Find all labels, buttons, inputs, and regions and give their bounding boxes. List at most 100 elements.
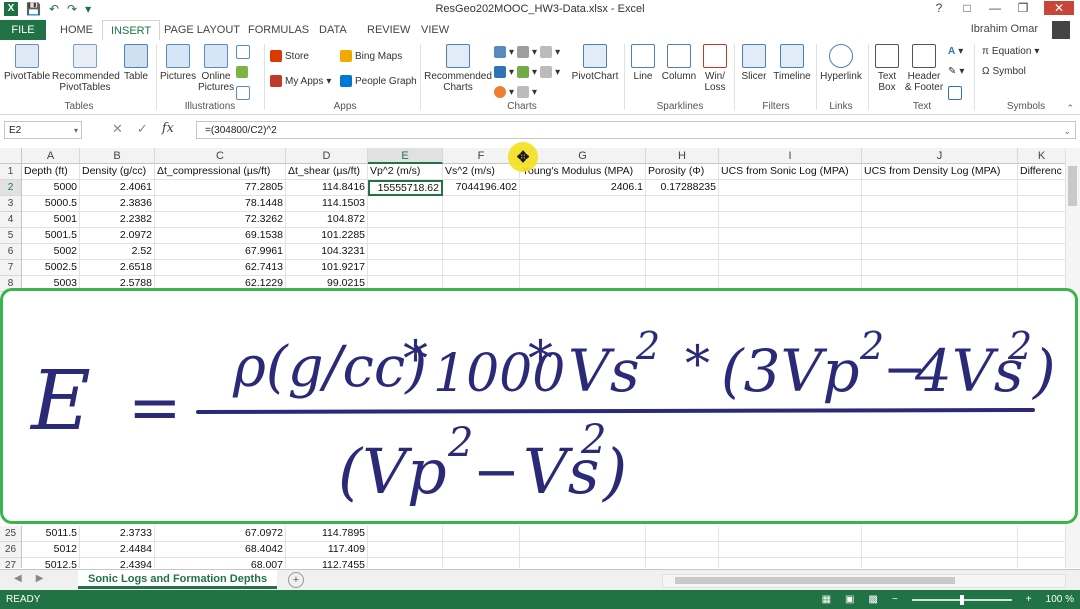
table-cell[interactable] xyxy=(719,558,862,568)
column-header-g[interactable]: G xyxy=(520,148,646,164)
table-cell[interactable]: 5002 xyxy=(22,244,80,260)
table-cell[interactable]: 69.1538 xyxy=(155,228,286,244)
header-cell[interactable]: Depth (ft) xyxy=(22,164,80,180)
table-cell[interactable] xyxy=(520,260,646,276)
table-cell[interactable] xyxy=(368,526,443,542)
page-layout-view-icon[interactable]: ▣ xyxy=(845,594,854,605)
table-cell[interactable]: 114.1503 xyxy=(286,196,368,212)
shapes-button[interactable] xyxy=(236,45,250,59)
column-chart-dropdown[interactable]: ▾ ▾ ▾ xyxy=(494,46,560,58)
header-cell[interactable]: Δt_shear (µs/ft) xyxy=(286,164,368,180)
header-cell[interactable]: UCS from Density Log (MPA) xyxy=(862,164,1018,180)
table-cell[interactable] xyxy=(862,180,1018,196)
header-cell[interactable]: Density (g/cc) xyxy=(80,164,155,180)
insert-function-icon[interactable]: fx xyxy=(162,121,174,137)
table-cell[interactable] xyxy=(646,212,719,228)
table-cell[interactable] xyxy=(443,244,520,260)
name-box[interactable]: E2 ▾ xyxy=(4,121,82,139)
table-cell[interactable] xyxy=(520,196,646,212)
column-header-k[interactable]: K xyxy=(1018,148,1066,164)
table-cell[interactable] xyxy=(646,542,719,558)
table-cell[interactable]: 67.0972 xyxy=(155,526,286,542)
add-sheet-icon[interactable]: + xyxy=(288,572,304,588)
vertical-scrollbar-thumb[interactable] xyxy=(1068,166,1077,206)
table-cell[interactable]: 68.4042 xyxy=(155,542,286,558)
row-header[interactable]: 2 xyxy=(0,180,22,196)
table-cell[interactable]: 68.007 xyxy=(155,558,286,568)
table-cell[interactable]: 5000.5 xyxy=(22,196,80,212)
slicer-button[interactable]: Slicer xyxy=(738,44,770,82)
bing-maps-button[interactable]: Bing Maps xyxy=(340,50,402,62)
equation-button[interactable]: π Equation ▾ xyxy=(982,46,1039,57)
hyperlink-button[interactable]: Hyperlink xyxy=(818,44,864,82)
table-cell[interactable]: 2.52 xyxy=(80,244,155,260)
table-cell[interactable]: 101.9217 xyxy=(286,260,368,276)
previous-sheet-icon[interactable]: ◀ xyxy=(14,573,22,584)
pie-chart-dropdown[interactable]: ▾ ▾ xyxy=(494,86,537,98)
table-cell[interactable]: 2.3733 xyxy=(80,526,155,542)
active-cell-e2[interactable]: 15555718.62 xyxy=(368,180,443,196)
table-cell[interactable]: 101.2285 xyxy=(286,228,368,244)
table-cell[interactable] xyxy=(520,526,646,542)
horizontal-scrollbar-thumb[interactable] xyxy=(675,577,955,584)
header-cell[interactable]: Δt_compressional (µs/ft) xyxy=(155,164,286,180)
table-cell[interactable] xyxy=(862,260,1018,276)
store-button[interactable]: Store xyxy=(270,50,309,62)
help-button[interactable]: ? xyxy=(932,1,946,15)
column-header-c[interactable]: C xyxy=(155,148,286,164)
table-cell[interactable] xyxy=(719,196,862,212)
table-cell[interactable] xyxy=(862,212,1018,228)
table-cell[interactable] xyxy=(368,228,443,244)
table-cell[interactable] xyxy=(646,244,719,260)
row-header[interactable]: 3 xyxy=(0,196,22,212)
table-cell[interactable] xyxy=(443,558,520,568)
formula-input[interactable]: =(304800/C2)^2 ⌄ xyxy=(196,121,1076,139)
table-cell[interactable] xyxy=(1018,228,1066,244)
user-name[interactable]: Ibrahim Omar xyxy=(971,23,1038,35)
table-cell[interactable] xyxy=(719,180,862,196)
table-cell[interactable]: 72.3262 xyxy=(155,212,286,228)
collapse-ribbon-icon[interactable]: ⌃ xyxy=(1066,103,1074,114)
sheet-tab-sonic-logs[interactable]: Sonic Logs and Formation Depths xyxy=(78,570,278,589)
table-cell[interactable]: 62.7413 xyxy=(155,260,286,276)
tab-file[interactable]: FILE xyxy=(0,20,46,40)
table-cell[interactable]: 104.872 xyxy=(286,212,368,228)
screenshot-button[interactable] xyxy=(236,86,250,100)
table-cell[interactable] xyxy=(520,212,646,228)
table-cell[interactable]: 2.6518 xyxy=(80,260,155,276)
column-header-j[interactable]: J xyxy=(862,148,1018,164)
column-header-h[interactable]: H xyxy=(646,148,719,164)
table-cell[interactable]: 5012 xyxy=(22,542,80,558)
table-cell[interactable]: 5012.5 xyxy=(22,558,80,568)
table-cell[interactable] xyxy=(443,212,520,228)
table-cell[interactable] xyxy=(520,244,646,260)
table-cell[interactable] xyxy=(443,228,520,244)
sparkline-line-button[interactable]: Line xyxy=(628,44,658,82)
next-sheet-icon[interactable]: ▶ xyxy=(36,573,44,584)
table-cell[interactable] xyxy=(368,260,443,276)
table-cell[interactable]: 114.8416 xyxy=(286,180,368,196)
table-cell[interactable] xyxy=(1018,558,1066,568)
close-icon[interactable]: ✕ xyxy=(1044,1,1074,15)
table-cell[interactable]: 5002.5 xyxy=(22,260,80,276)
table-cell[interactable] xyxy=(368,196,443,212)
table-cell[interactable] xyxy=(719,526,862,542)
zoom-level[interactable]: 100 % xyxy=(1046,594,1074,605)
header-cell[interactable]: Differenc xyxy=(1018,164,1066,180)
page-break-view-icon[interactable]: ▩ xyxy=(869,594,878,605)
zoom-slider-knob[interactable] xyxy=(959,594,964,605)
zoom-in-icon[interactable]: + xyxy=(1026,594,1032,605)
table-cell[interactable] xyxy=(646,526,719,542)
sparkline-column-button[interactable]: Column xyxy=(660,44,698,82)
row-header[interactable]: 6 xyxy=(0,244,22,260)
table-cell[interactable] xyxy=(1018,212,1066,228)
table-cell[interactable] xyxy=(368,212,443,228)
table-cell[interactable] xyxy=(719,260,862,276)
tab-review[interactable]: REVIEW xyxy=(359,20,418,40)
table-cell[interactable]: 67.9961 xyxy=(155,244,286,260)
table-cell[interactable]: 2.4394 xyxy=(80,558,155,568)
table-cell[interactable]: 2.0972 xyxy=(80,228,155,244)
select-all-corner[interactable] xyxy=(0,148,22,164)
header-cell[interactable]: Vs^2 (m/s) xyxy=(443,164,520,180)
table-cell[interactable] xyxy=(520,558,646,568)
